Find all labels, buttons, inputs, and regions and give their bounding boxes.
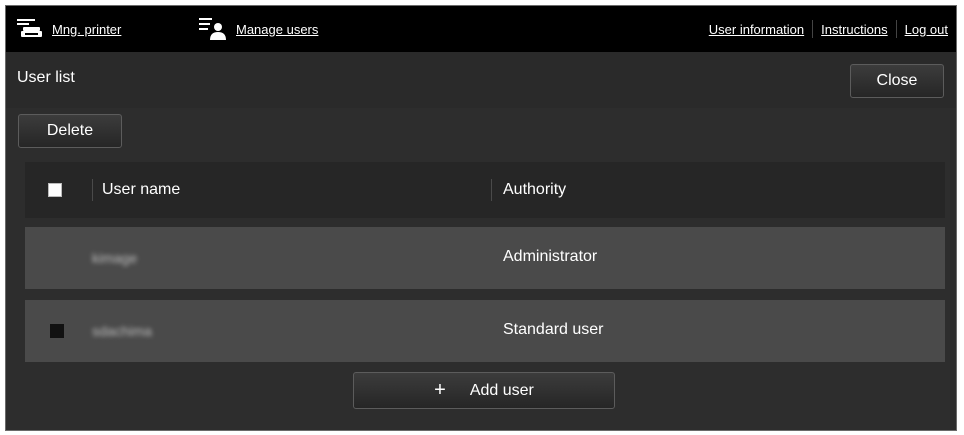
- manage-users-link[interactable]: Manage users: [198, 6, 318, 52]
- user-name-cell: sdachima: [92, 323, 152, 339]
- authority-cell: Standard user: [503, 321, 604, 338]
- plus-icon: +: [434, 379, 446, 401]
- user-name-cell: kimage: [92, 250, 138, 266]
- column-header-authority[interactable]: Authority: [503, 181, 566, 199]
- page-header: User list Close: [6, 52, 956, 108]
- manage-printer-label: Mng. printer: [52, 21, 122, 37]
- top-navigation-bar: Mng. printer Manage users User informati…: [6, 6, 956, 52]
- user-list-icon: [198, 15, 228, 44]
- log-out-link[interactable]: Log out: [897, 22, 956, 37]
- add-user-button[interactable]: + Add user: [353, 372, 615, 409]
- instructions-link[interactable]: Instructions: [813, 22, 895, 37]
- authority-cell: Administrator: [503, 248, 598, 265]
- column-divider: [92, 179, 93, 201]
- table-header: User name Authority: [25, 162, 945, 218]
- add-user-label: Add user: [469, 381, 534, 399]
- account-links: User information Instructions Log out: [701, 6, 956, 52]
- user-list-window: Mng. printer Manage users User informati…: [5, 5, 957, 431]
- user-information-link[interactable]: User information: [701, 22, 812, 37]
- column-header-user-name[interactable]: User name: [102, 181, 180, 199]
- column-divider: [491, 179, 492, 201]
- close-button[interactable]: Close: [850, 64, 944, 98]
- page-title: User list: [17, 69, 75, 86]
- table-row[interactable]: sdachima Standard user: [25, 300, 945, 362]
- select-all-checkbox[interactable]: [48, 183, 62, 197]
- printer-icon: [16, 16, 44, 43]
- row-checkbox[interactable]: [50, 324, 64, 338]
- manage-users-label: Manage users: [236, 21, 319, 37]
- table-row[interactable]: kimage Administrator: [25, 227, 945, 289]
- delete-button[interactable]: Delete: [18, 114, 122, 148]
- manage-printer-link[interactable]: Mng. printer: [16, 6, 121, 52]
